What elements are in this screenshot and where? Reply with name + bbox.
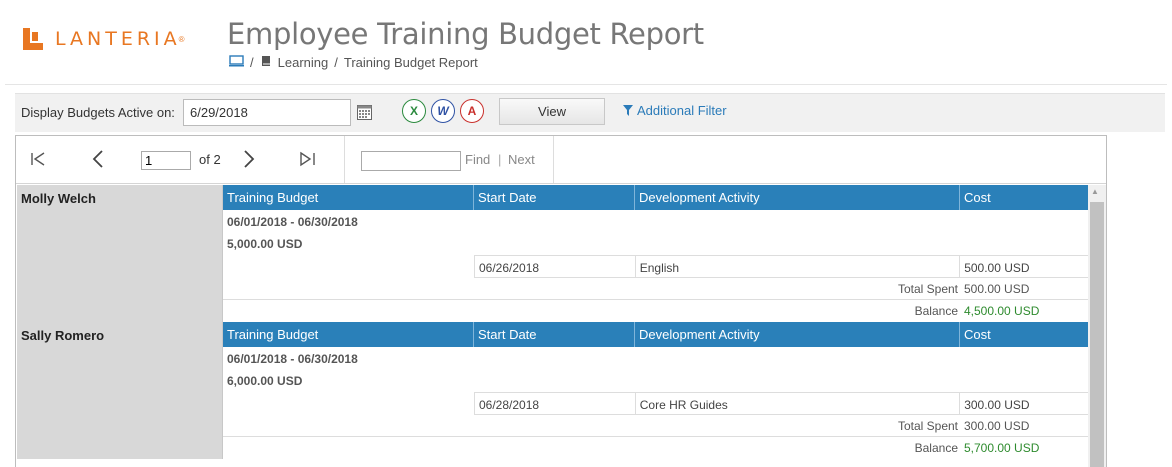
breadcrumb-learning[interactable]: Learning — [278, 55, 329, 70]
budget-amount: 5,000.00 USD — [227, 237, 303, 251]
home-computer-icon[interactable] — [229, 55, 244, 70]
scrollbar-thumb[interactable] — [1090, 202, 1104, 467]
employee-name: Molly Welch — [17, 185, 223, 322]
budget-period: 06/01/2018 - 06/30/2018 — [227, 352, 358, 366]
lanteria-logo-mark-icon — [23, 28, 45, 50]
budget-period: 06/01/2018 - 06/30/2018 — [227, 215, 358, 229]
balance-label: Balance — [914, 304, 958, 318]
activity-start-date: 06/26/2018 — [475, 256, 636, 278]
additional-filter-label: Additional Filter — [637, 103, 727, 118]
col-development-activity: Development Activity — [635, 185, 960, 210]
activity-cost: 500.00 USD — [964, 261, 1030, 275]
scroll-up-icon[interactable]: ▲ — [1091, 187, 1099, 196]
registered-mark: ® — [178, 34, 185, 44]
breadcrumb-separator: / — [334, 55, 338, 70]
page-count: of 2 — [199, 152, 221, 167]
table-row: 06/26/2018 English 500.00 USD — [474, 255, 1088, 278]
col-start-date: Start Date — [474, 185, 635, 210]
export-pdf-icon[interactable]: A — [460, 99, 484, 123]
additional-filter-link[interactable]: Additional Filter — [623, 103, 727, 118]
report-viewer: of 2 Find | Next Molly Welch Training Bu… — [15, 135, 1107, 467]
view-button[interactable]: View — [499, 98, 605, 125]
total-spent-label: Total Spent — [897, 419, 958, 433]
page-number-input[interactable] — [141, 151, 191, 170]
book-icon — [260, 55, 272, 70]
calendar-icon[interactable] — [357, 104, 372, 120]
find-next-link[interactable]: Next — [508, 152, 535, 167]
activity-cost: 300.00 USD — [964, 398, 1030, 412]
filter-funnel-icon — [623, 105, 633, 116]
balance-label: Balance — [914, 441, 958, 455]
export-word-icon[interactable]: W — [431, 99, 455, 123]
total-spent-label: Total Spent — [897, 282, 958, 296]
first-page-icon[interactable] — [30, 150, 46, 168]
active-date-input[interactable] — [183, 99, 351, 126]
total-spent-value: 300.00 USD — [964, 419, 1030, 433]
activity-start-date: 06/28/2018 — [475, 393, 636, 415]
export-excel-icon[interactable]: X — [402, 99, 426, 123]
find-input[interactable] — [361, 151, 461, 171]
toolbar-divider — [344, 136, 345, 183]
total-spent-value: 500.00 USD — [964, 282, 1030, 296]
find-link[interactable]: Find — [465, 152, 490, 167]
employee-name: Sally Romero — [17, 322, 223, 459]
active-date-label: Display Budgets Active on: — [21, 105, 175, 120]
next-page-icon[interactable] — [242, 149, 256, 169]
toolbar-divider — [553, 136, 554, 183]
previous-page-icon[interactable] — [91, 149, 105, 169]
activity-name: Core HR Guides — [636, 393, 961, 415]
lanteria-logo[interactable]: LANTERIA ® — [23, 28, 185, 50]
balance-row: Balance 5,700.00 USD — [223, 437, 1088, 459]
activity-name: English — [636, 256, 961, 278]
col-cost: Cost — [964, 190, 991, 205]
page-title: Employee Training Budget Report — [227, 17, 704, 51]
breadcrumb: / Learning / Training Budget Report — [229, 55, 478, 70]
total-spent-row: Total Spent 300.00 USD — [223, 415, 1088, 437]
last-page-icon[interactable] — [299, 150, 317, 168]
table-header: Training Budget Start Date Development A… — [223, 322, 1088, 347]
breadcrumb-current: Training Budget Report — [343, 55, 478, 70]
brand-name: LANTERIA — [55, 28, 181, 50]
header-divider — [5, 84, 1167, 85]
budget-amount: 6,000.00 USD — [227, 374, 303, 388]
report-toolbar: of 2 Find | Next — [16, 136, 1106, 184]
balance-row: Balance 4,500.00 USD — [223, 300, 1088, 322]
table-header: Training Budget Start Date Development A… — [223, 185, 1088, 210]
col-cost: Cost — [964, 327, 991, 342]
col-development-activity: Development Activity — [635, 322, 960, 347]
balance-value: 5,700.00 USD — [964, 441, 1040, 455]
table-row: 06/28/2018 Core HR Guides 300.00 USD — [474, 392, 1088, 415]
filter-bar: Display Budgets Active on: X W A View Ad… — [15, 93, 1165, 132]
find-separator: | — [498, 152, 502, 167]
breadcrumb-separator: / — [250, 55, 254, 70]
col-start-date: Start Date — [474, 322, 635, 347]
total-spent-row: Total Spent 500.00 USD — [223, 278, 1088, 300]
col-training-budget: Training Budget — [223, 185, 474, 210]
col-training-budget: Training Budget — [223, 322, 474, 347]
balance-value: 4,500.00 USD — [964, 304, 1040, 318]
